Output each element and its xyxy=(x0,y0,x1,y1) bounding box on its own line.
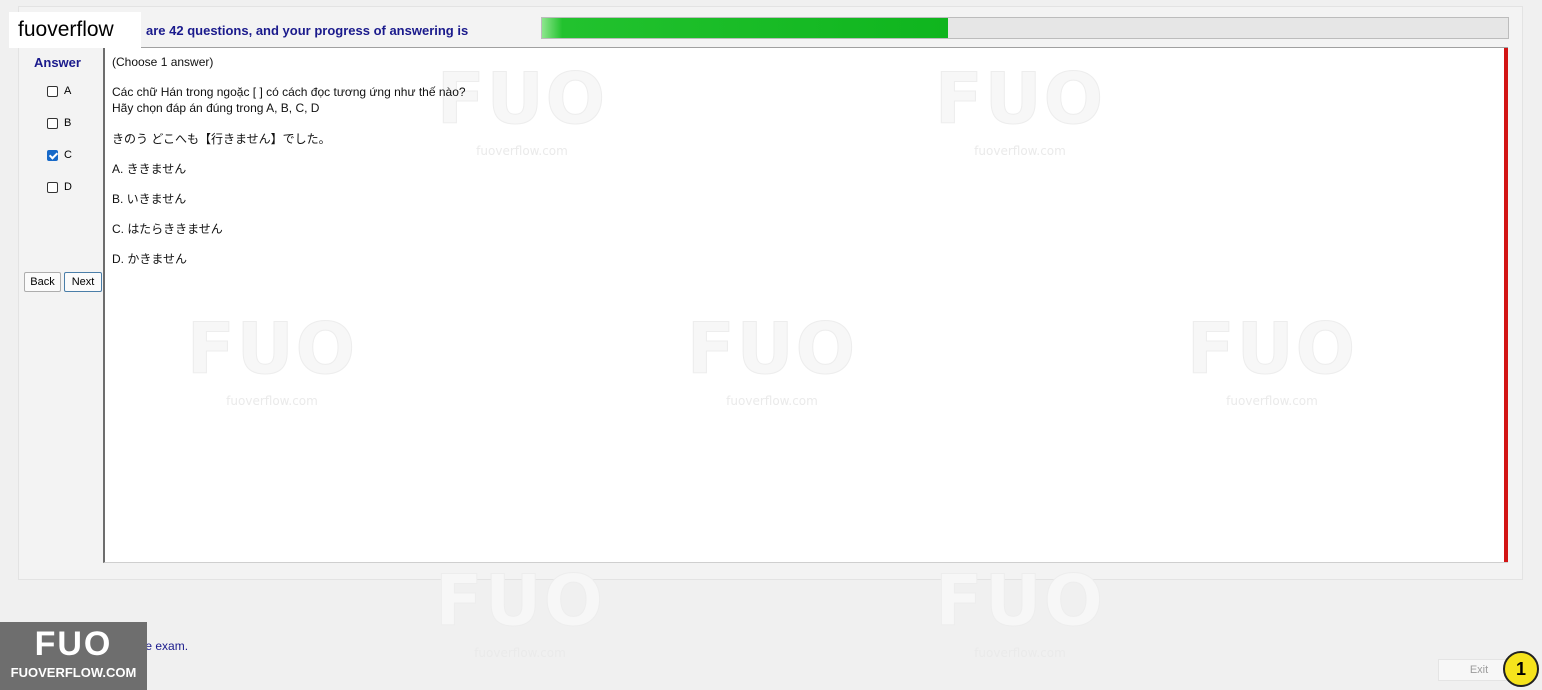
choice-c: C. はたらききません xyxy=(112,222,223,236)
answer-option-d[interactable]: D xyxy=(47,179,72,195)
watermark: FUO fuoverflow.com xyxy=(934,560,1106,661)
question-sentence: きのう どこへも【行きません】でした。 xyxy=(112,132,331,146)
watermark: FUO fuoverflow.com xyxy=(686,308,858,409)
choice-a: A. ききません xyxy=(112,162,187,176)
choice-b: B. いきません xyxy=(112,192,187,206)
question-prompt-line2: Hãy chọn đáp án đúng trong A, B, C, D xyxy=(112,101,320,115)
answer-option-c[interactable]: C xyxy=(47,147,72,163)
watermark: FUO fuoverflow.com xyxy=(186,308,358,409)
step-badge: 1 xyxy=(1503,651,1539,687)
back-button[interactable]: Back xyxy=(24,272,61,292)
answer-checkbox-c[interactable] xyxy=(47,149,58,161)
answer-checkbox-a[interactable] xyxy=(47,85,58,97)
answer-panel: Answer A B C D xyxy=(24,48,102,563)
watermark: FUO fuoverflow.com xyxy=(434,560,606,661)
answer-checkbox-b[interactable] xyxy=(47,117,58,129)
progress-label: are 42 questions, and your progress of a… xyxy=(146,23,469,38)
answer-title: Answer xyxy=(34,55,81,70)
answer-option-a[interactable]: A xyxy=(47,83,71,99)
watermark: FUO fuoverflow.com xyxy=(436,58,608,159)
answer-option-b[interactable]: B xyxy=(47,115,71,131)
answer-option-label: D xyxy=(64,181,72,193)
next-button[interactable]: Next xyxy=(64,272,102,292)
watermark: FUO fuoverflow.com xyxy=(934,58,1106,159)
brand-watermark-label: fuoverflow xyxy=(9,12,141,48)
answer-checkbox-d[interactable] xyxy=(47,181,58,193)
progress-bar xyxy=(541,17,1509,39)
answer-option-label: B xyxy=(64,117,72,129)
watermark: FUO fuoverflow.com xyxy=(1186,308,1358,409)
question-panel: FUO fuoverflow.com FUO fuoverflow.com FUO f… xyxy=(103,47,1508,563)
fuoverflow-logo: FUO FUOVERFLOW.COM xyxy=(0,622,147,690)
progress-bar-fill xyxy=(542,18,948,38)
vertical-scrollbar[interactable] xyxy=(1504,48,1508,562)
choice-d: D. かきません xyxy=(112,252,187,266)
question-instruction: (Choose 1 answer) xyxy=(112,55,214,69)
answer-option-label: C xyxy=(64,149,72,161)
answer-option-label: A xyxy=(64,85,72,97)
question-prompt-line1: Các chữ Hán trong ngoặc [ ] có cách đọc … xyxy=(112,85,466,99)
